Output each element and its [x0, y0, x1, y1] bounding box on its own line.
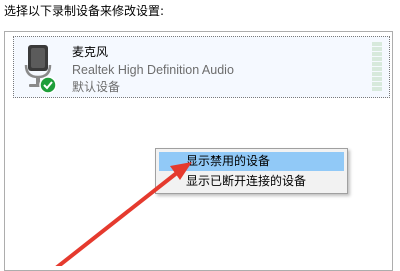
device-status: 默认设备 [72, 80, 121, 94]
microphone-icon [24, 45, 57, 94]
check-badge-icon [39, 76, 57, 94]
level-meter [372, 42, 382, 91]
device-name: 麦克风 [72, 45, 109, 59]
instruction-label: 选择以下录制设备来修改设置: [4, 4, 165, 18]
device-item-microphone[interactable]: 麦克风 Realtek High Definition Audio 默认设备 [13, 36, 390, 98]
menu-item-show-disabled-devices[interactable]: 显示禁用的设备 [159, 152, 344, 171]
context-menu: 显示禁用的设备 显示已断开连接的设备 [155, 148, 348, 194]
menu-item-show-disconnected-devices[interactable]: 显示已断开连接的设备 [159, 172, 344, 191]
device-driver: Realtek High Definition Audio [72, 63, 234, 77]
